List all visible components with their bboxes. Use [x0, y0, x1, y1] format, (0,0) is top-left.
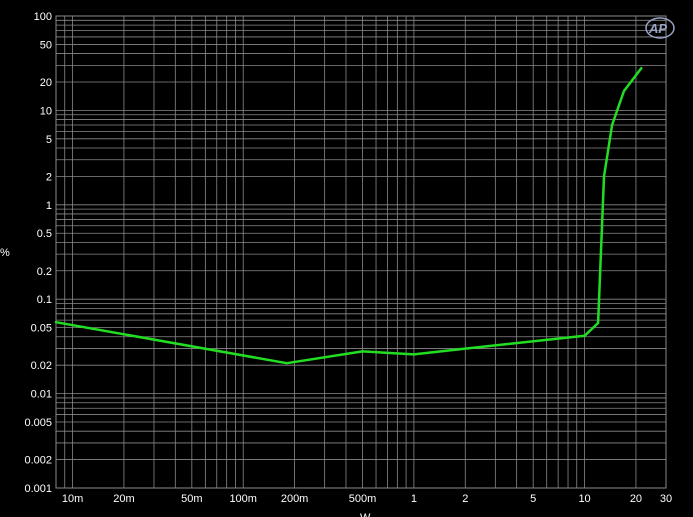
thd-vs-power-chart: 100 50 20 10 5 2 1 0.5 0.2 0.1 0.05 0.02 0.01 0.005 0.… — [0, 0, 693, 517]
y-tick-label: 10 — [40, 105, 52, 117]
x-axis-label: W — [360, 512, 371, 517]
x-tick-label: 10 — [578, 493, 590, 505]
y-tick-label: 0.2 — [37, 266, 52, 278]
chart-background — [0, 0, 693, 517]
y-tick-label: 0.1 — [37, 294, 52, 306]
x-tick-label: 10m — [62, 493, 83, 505]
y-tick-label: 0.01 — [31, 389, 52, 401]
y-tick-label: 0.002 — [24, 455, 52, 467]
x-tick-label: 2 — [462, 493, 468, 505]
y-tick-label: 100 — [34, 11, 52, 23]
y-tick-label: 50 — [40, 39, 52, 51]
y-tick-label: 0.02 — [31, 360, 52, 372]
y-tick-label: 1 — [46, 200, 52, 212]
x-tick-label: 5 — [530, 493, 536, 505]
y-tick-label: 2 — [46, 171, 52, 183]
y-axis-label: % — [0, 247, 10, 259]
x-tick-label: 500m — [349, 493, 377, 505]
y-tick-label: 5 — [46, 134, 52, 146]
x-tick-label: 50m — [181, 493, 202, 505]
x-tick-label: 30 — [660, 493, 672, 505]
x-tick-label: 20m — [113, 493, 134, 505]
y-tick-label: 0.005 — [24, 417, 52, 429]
y-tick-label: 0.5 — [37, 228, 52, 240]
y-tick-label: 0.05 — [31, 323, 52, 335]
x-tick-label: 20 — [630, 493, 642, 505]
x-tick-label: 1 — [411, 493, 417, 505]
y-tick-label: 0.001 — [24, 483, 52, 495]
y-tick-label: 20 — [40, 77, 52, 89]
ap-logo-text: AP — [648, 21, 667, 36]
x-tick-label: 200m — [281, 493, 309, 505]
x-tick-label: 100m — [229, 493, 257, 505]
